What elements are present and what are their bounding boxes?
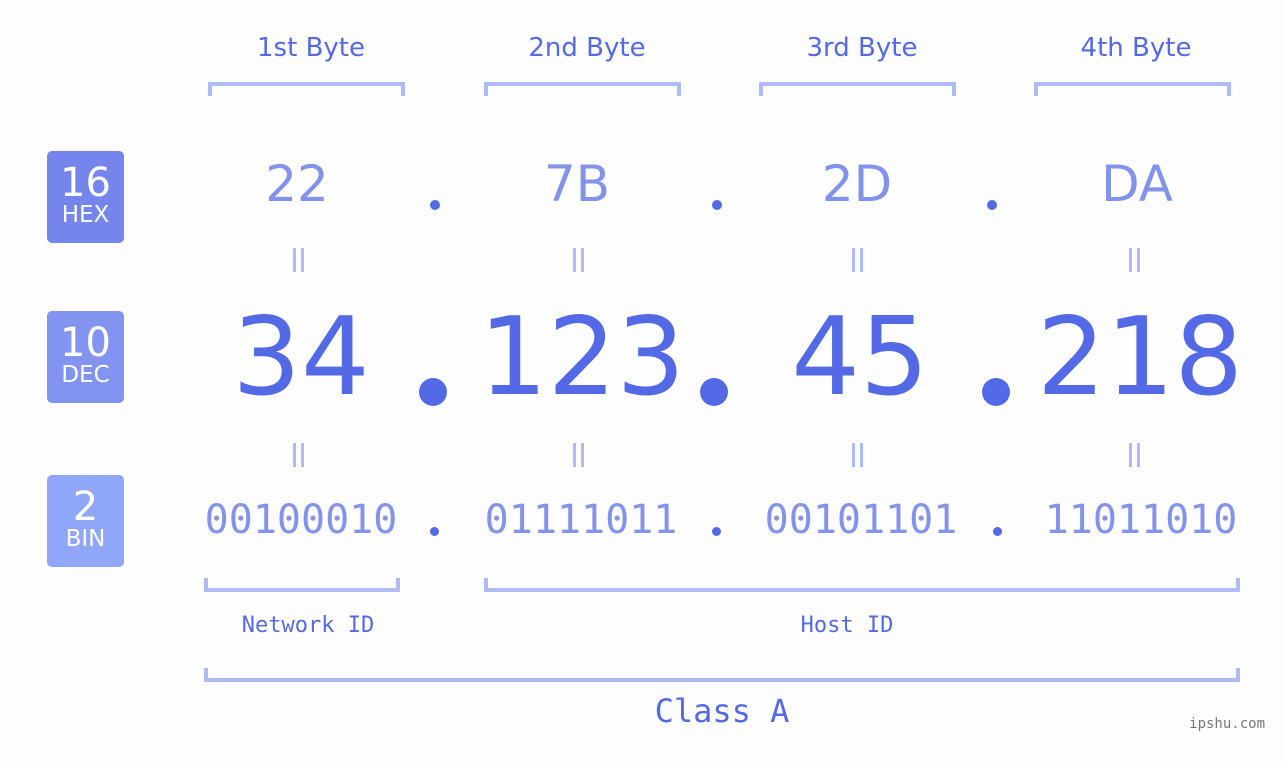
bin-label: BIN [65, 526, 106, 552]
network-id-label: Network ID [241, 613, 375, 638]
byte-header-1: 1st Byte [257, 33, 365, 63]
equals-icon [1127, 248, 1143, 272]
bin-byte-3: 00101101 [764, 497, 958, 543]
bin-base: 2 [72, 484, 99, 530]
byte-header-2: 2nd Byte [528, 33, 646, 63]
equals-icon [291, 443, 307, 467]
dec-byte-2: 123 [478, 295, 686, 420]
class-label: Class A [654, 692, 790, 730]
host-id-bracket [484, 578, 1240, 592]
dec-dot-2 [700, 378, 728, 406]
class-bracket [204, 668, 1240, 682]
hex-base: 16 [60, 160, 111, 206]
dec-base: 10 [60, 320, 111, 366]
bin-dot-3 [993, 527, 1002, 536]
dec-byte-3: 45 [791, 295, 929, 420]
hex-dot-2 [712, 200, 722, 210]
hex-dot-3 [987, 200, 997, 210]
byte-bracket-4 [1034, 82, 1231, 96]
hex-byte-1: 22 [265, 155, 329, 213]
equals-icon [291, 248, 307, 272]
dec-dot-3 [982, 378, 1010, 406]
bin-byte-2: 01111011 [484, 497, 678, 543]
dec-badge: 10 DEC [47, 311, 124, 403]
dec-dot-1 [419, 378, 447, 406]
dec-byte-4: 218 [1036, 295, 1244, 420]
hex-byte-4: DA [1101, 155, 1173, 213]
dec-byte-1: 34 [232, 295, 370, 420]
host-id-label: Host ID [800, 613, 894, 638]
bin-byte-1: 00100010 [204, 497, 398, 543]
byte-bracket-1 [208, 82, 405, 96]
dec-label: DEC [61, 362, 110, 388]
equals-icon [850, 443, 866, 467]
byte-header-3: 3rd Byte [806, 33, 918, 63]
bin-badge: 2 BIN [47, 475, 124, 567]
network-id-bracket [204, 578, 400, 592]
hex-dot-1 [430, 200, 440, 210]
hex-byte-3: 2D [821, 155, 893, 213]
watermark: ipshu.com [1189, 716, 1265, 732]
byte-header-4: 4th Byte [1080, 33, 1192, 63]
equals-icon [571, 443, 587, 467]
byte-bracket-2 [484, 82, 681, 96]
hex-byte-2: 7B [543, 155, 611, 213]
equals-icon [1127, 443, 1143, 467]
bin-dot-1 [430, 527, 439, 536]
equals-icon [571, 248, 587, 272]
hex-badge: 16 HEX [47, 151, 124, 243]
hex-label: HEX [61, 202, 110, 228]
bin-dot-2 [712, 527, 721, 536]
bin-byte-4: 11011010 [1044, 497, 1238, 543]
equals-icon [850, 248, 866, 272]
byte-bracket-3 [759, 82, 956, 96]
